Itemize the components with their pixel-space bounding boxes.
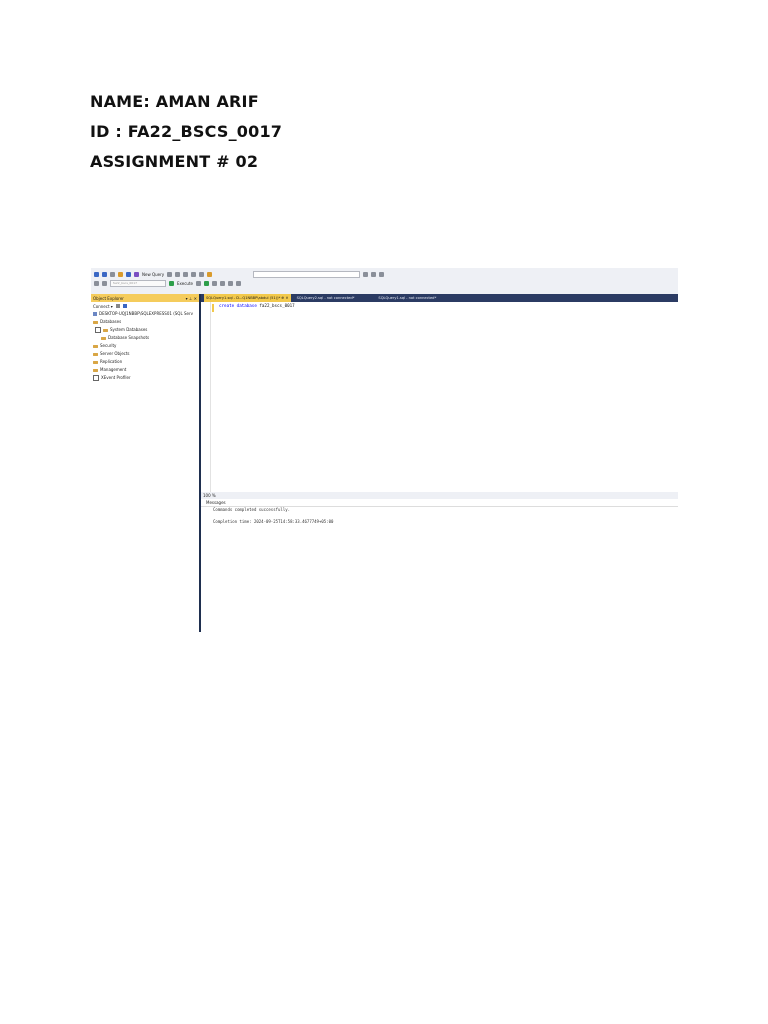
tree-security[interactable]: Security xyxy=(93,342,199,350)
query-editor-area: SQLQuery1.sql - D...Q1NBBP\abdul (51))* … xyxy=(201,294,678,632)
keyword-create: create xyxy=(219,303,235,308)
tree-database-snapshots[interactable]: Database Snapshots xyxy=(93,334,199,342)
xmla-query-icon[interactable] xyxy=(183,271,189,277)
messages-tab[interactable]: Messages xyxy=(201,499,678,507)
zoom-selector[interactable]: 100 % xyxy=(203,493,216,498)
folder-icon xyxy=(93,368,98,372)
folder-icon xyxy=(93,352,98,356)
keyword-database: database xyxy=(236,303,257,308)
tree-label: Security xyxy=(100,343,117,348)
dmx-query-icon[interactable] xyxy=(175,271,181,277)
document-tabs: SQLQuery1.sql - D...Q1NBBP\abdul (51))* … xyxy=(201,294,678,302)
connect-button[interactable]: Connect ▾ xyxy=(93,304,113,309)
server-icon xyxy=(93,312,97,316)
tab-query1-active[interactable]: SQLQuery1.sql - D...Q1NBBP\abdul (51))* … xyxy=(204,294,291,302)
tree-label: System Databases xyxy=(110,327,148,332)
object-explorer-header: Object Explorer ▾ ⊥ ✕ xyxy=(91,294,199,302)
find-combo[interactable] xyxy=(253,270,361,278)
panel-controls[interactable]: ▾ ⊥ ✕ xyxy=(186,296,197,301)
assignment-title: ASSIGNMENT # 02 xyxy=(90,152,259,171)
tree-management[interactable]: Management xyxy=(93,366,199,374)
plan-icon[interactable] xyxy=(212,280,217,286)
back-icon[interactable] xyxy=(94,271,99,277)
tree-label: XEvent Profiler xyxy=(101,375,131,380)
forward-icon[interactable] xyxy=(102,271,107,277)
tree-databases[interactable]: Databases xyxy=(93,318,199,326)
expand-icon[interactable] xyxy=(95,327,101,333)
indent-icon[interactable] xyxy=(236,280,241,286)
tree-xevent-profiler[interactable]: XEvent Profiler xyxy=(93,374,199,382)
zoom-bar: 100 % xyxy=(201,492,678,499)
redo-icon[interactable] xyxy=(199,271,205,277)
message-line-2: Completion time: 2024-09-25T14:58:33.467… xyxy=(213,519,334,524)
undo-icon[interactable] xyxy=(191,271,197,277)
tree-server-objects[interactable]: Server Objects xyxy=(93,350,199,358)
main-toolbar: New Query xyxy=(91,270,678,278)
server-node[interactable]: DESKTOP-UQJ1NBBP\SQLEXPRESS01 (SQL Serv xyxy=(93,310,199,318)
ssms-screenshot: New Query fa22_bscs_0017 Execute Object … xyxy=(91,268,678,632)
connect-plug-icon[interactable] xyxy=(115,304,120,308)
tab-query2[interactable]: SQLQuery2.sql - not connected* xyxy=(295,296,357,300)
messages-tab-label: Messages xyxy=(206,500,226,505)
student-id: ID : FA22_BSCS_0017 xyxy=(90,122,283,141)
window-icon[interactable] xyxy=(379,271,385,277)
execute-button[interactable]: Execute xyxy=(177,281,193,286)
filter-icon[interactable] xyxy=(102,280,107,286)
change-marker xyxy=(212,304,214,312)
tree-label: Management xyxy=(100,367,127,372)
editor-gutter xyxy=(201,302,211,492)
database-name: fa22_bscs_0017 xyxy=(259,303,295,308)
server-label: DESKTOP-UQJ1NBBP\SQLEXPRESS01 (SQL Serv xyxy=(99,311,193,316)
code-line-1[interactable]: create database fa22_bscs_0017 xyxy=(219,303,295,308)
sql-toolbar: fa22_bscs_0017 Execute xyxy=(91,279,678,287)
parse-icon[interactable] xyxy=(204,280,209,286)
object-explorer-toolbar: Connect ▾ xyxy=(91,302,199,310)
search-icon[interactable] xyxy=(207,271,213,277)
folder-icon xyxy=(101,336,106,340)
connect-icon[interactable] xyxy=(94,280,99,286)
profiler-icon xyxy=(93,375,99,381)
new-query-icon[interactable] xyxy=(134,271,139,277)
folder-icon xyxy=(93,360,98,364)
tree-label: Server Objects xyxy=(100,351,130,356)
messages-pane: Commands completed successfully. Complet… xyxy=(201,507,678,632)
properties-icon[interactable] xyxy=(363,271,369,277)
tree-system-databases[interactable]: System Databases xyxy=(93,326,199,334)
save-icon[interactable] xyxy=(126,271,131,277)
wrench-icon[interactable] xyxy=(371,271,377,277)
folder-icon xyxy=(103,328,108,332)
tree-replication[interactable]: Replication xyxy=(93,358,199,366)
code-editor[interactable]: create database fa22_bscs_0017 xyxy=(201,302,678,492)
refresh-icon[interactable] xyxy=(122,304,127,308)
student-name: NAME: AMAN ARIF xyxy=(90,92,259,111)
new-project-icon[interactable] xyxy=(110,271,115,277)
database-selector[interactable]: fa22_bscs_0017 xyxy=(110,279,166,287)
tree-label: Database Snapshots xyxy=(108,335,150,340)
folder-icon xyxy=(93,344,98,348)
tree-label: Databases xyxy=(100,319,122,324)
message-line-1: Commands completed successfully. xyxy=(213,507,291,512)
folder-icon xyxy=(93,320,98,324)
results-icon[interactable] xyxy=(220,280,225,286)
execute-icon[interactable] xyxy=(169,280,174,286)
new-query-button[interactable]: New Query xyxy=(142,272,164,277)
object-explorer-panel: Object Explorer ▾ ⊥ ✕ Connect ▾ DESKTOP-… xyxy=(91,294,201,632)
comment-icon[interactable] xyxy=(228,280,233,286)
open-file-icon[interactable] xyxy=(118,271,123,277)
tab-query1-disconnected[interactable]: SQLQuery1.sql - not connected* xyxy=(376,296,438,300)
mdx-query-icon[interactable] xyxy=(167,271,173,277)
object-tree: DESKTOP-UQJ1NBBP\SQLEXPRESS01 (SQL Serv … xyxy=(91,310,199,382)
stop-icon[interactable] xyxy=(196,280,201,286)
tree-label: Replication xyxy=(100,359,123,364)
object-explorer-title: Object Explorer xyxy=(93,295,124,301)
